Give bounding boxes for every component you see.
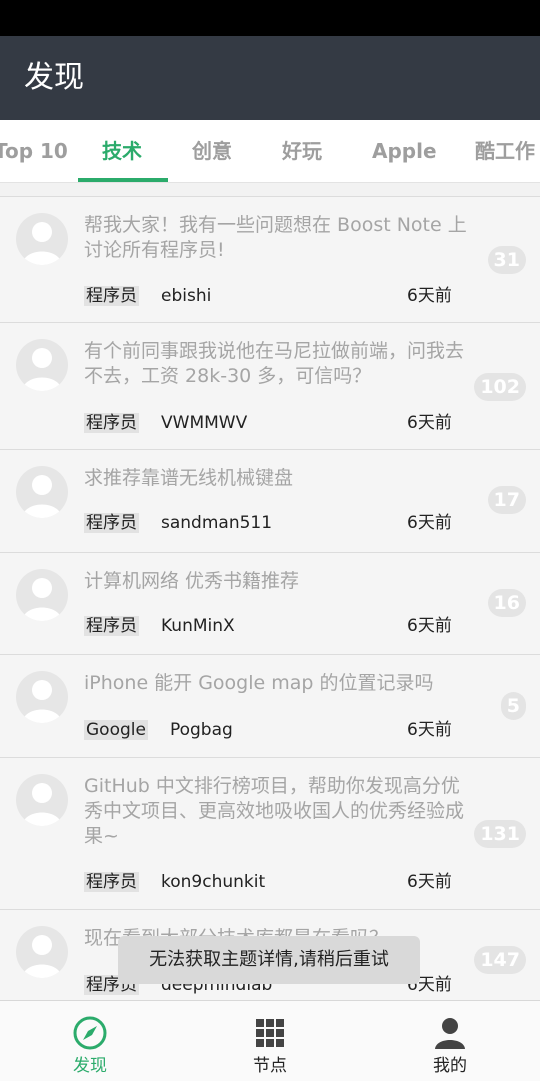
reply-count-badge: 131 (474, 820, 526, 848)
post-time: 6天前 (407, 286, 452, 306)
node-tag[interactable]: 程序员 (84, 513, 139, 533)
nav-nodes[interactable]: 节点 (180, 1001, 360, 1081)
topic-row[interactable]: iPhone 能开 Google map 的位置记录吗 Google Pogbag… (0, 654, 540, 757)
topic-row[interactable]: 计算机网络 优秀书籍推荐 程序员 KunMinX 6天前 16 (0, 552, 540, 655)
node-tag[interactable]: 程序员 (84, 872, 139, 892)
topic-meta: 程序员 sandman511 (84, 510, 272, 536)
username[interactable]: VWMMWV (161, 413, 247, 433)
compass-icon (73, 1016, 107, 1050)
tab-apple[interactable]: Apple (372, 120, 437, 182)
avatar[interactable] (16, 339, 68, 391)
nav-discover[interactable]: 发现 (0, 1001, 180, 1081)
avatar[interactable] (16, 926, 68, 978)
username[interactable]: sandman511 (161, 513, 272, 533)
node-tag[interactable]: 程序员 (84, 413, 139, 433)
post-time: 6天前 (407, 513, 452, 533)
post-time: 6天前 (407, 720, 452, 740)
nav-label: 我的 (433, 1056, 467, 1076)
topic-title[interactable]: 求推荐靠谱无线机械键盘 (84, 466, 468, 491)
avatar[interactable] (16, 774, 68, 826)
tab-tech[interactable]: 技术 (102, 120, 142, 182)
app-bar: 发现 (0, 36, 540, 120)
grid-icon (256, 1019, 284, 1047)
page-title: 发现 (24, 60, 84, 95)
post-time: 6天前 (407, 616, 452, 636)
tab-fun[interactable]: 好玩 (282, 120, 322, 182)
topic-meta: 程序员 VWMMWV (84, 410, 247, 436)
node-tag[interactable]: 程序员 (84, 616, 139, 636)
topic-row[interactable]: 求推荐靠谱无线机械键盘 程序员 sandman511 6天前 17 (0, 449, 540, 552)
avatar[interactable] (16, 569, 68, 621)
reply-count-badge: 31 (487, 246, 526, 274)
avatar[interactable] (16, 466, 68, 518)
username[interactable]: Pogbag (170, 720, 233, 740)
node-tag[interactable]: 程序员 (84, 286, 139, 306)
username[interactable]: ebishi (161, 286, 211, 306)
person-icon (435, 1018, 465, 1049)
avatar[interactable] (16, 213, 68, 265)
topic-row[interactable]: GitHub 中文排行榜项目，帮助你发现高分优秀中文项目、更高效地吸收国人的优秀… (0, 757, 540, 910)
topic-meta: 程序员 kon9chunkit (84, 869, 265, 895)
tab-top10[interactable]: Top 10 (0, 120, 68, 182)
error-toast: 无法获取主题详情,请稍后重试 (118, 936, 420, 984)
reply-count-badge: 17 (487, 486, 526, 514)
bottom-nav: 发现 节点 我的 (0, 1000, 540, 1081)
nav-label: 节点 (253, 1056, 287, 1076)
username[interactable]: kon9chunkit (161, 872, 265, 892)
tab-creative[interactable]: 创意 (192, 120, 232, 182)
status-bar (0, 0, 540, 36)
tab-bar: Top 10 技术 创意 好玩 Apple 酷工作 (0, 120, 540, 183)
nav-label: 发现 (73, 1056, 107, 1076)
topic-title[interactable]: GitHub 中文排行榜项目，帮助你发现高分优秀中文项目、更高效地吸收国人的优秀… (84, 774, 468, 849)
topic-meta: 程序员 ebishi (84, 283, 211, 309)
tab-jobs[interactable]: 酷工作 (475, 120, 535, 182)
nav-profile[interactable]: 我的 (360, 1001, 540, 1081)
topic-title[interactable]: 计算机网络 优秀书籍推荐 (84, 569, 468, 594)
node-tag[interactable]: Google (84, 720, 148, 740)
topic-row[interactable]: 有个前同事跟我说他在马尼拉做前端，问我去不去，工资 28k-30 多，可信吗？ … (0, 322, 540, 449)
post-time: 6天前 (407, 872, 452, 892)
topic-meta: 程序员 KunMinX (84, 613, 235, 639)
username[interactable]: KunMinX (161, 616, 235, 636)
reply-count-badge: 102 (474, 373, 526, 401)
topic-title[interactable]: 帮我大家！我有一些问题想在 Boost Note 上讨论所有程序员! (84, 213, 468, 263)
topic-title[interactable]: 有个前同事跟我说他在马尼拉做前端，问我去不去，工资 28k-30 多，可信吗？ (84, 339, 468, 389)
topic-title[interactable]: iPhone 能开 Google map 的位置记录吗 (84, 671, 468, 696)
avatar[interactable] (16, 671, 68, 723)
reply-count-badge: 5 (500, 692, 526, 720)
topic-list[interactable]: 帮我大家！我有一些问题想在 Boost Note 上讨论所有程序员! 程序员 eb… (0, 182, 540, 1000)
post-time: 6天前 (407, 413, 452, 433)
reply-count-badge: 147 (474, 946, 526, 974)
reply-count-badge: 16 (487, 589, 526, 617)
topic-meta: Google Pogbag (84, 717, 233, 743)
topic-row[interactable]: 帮我大家！我有一些问题想在 Boost Note 上讨论所有程序员! 程序员 eb… (0, 196, 540, 323)
